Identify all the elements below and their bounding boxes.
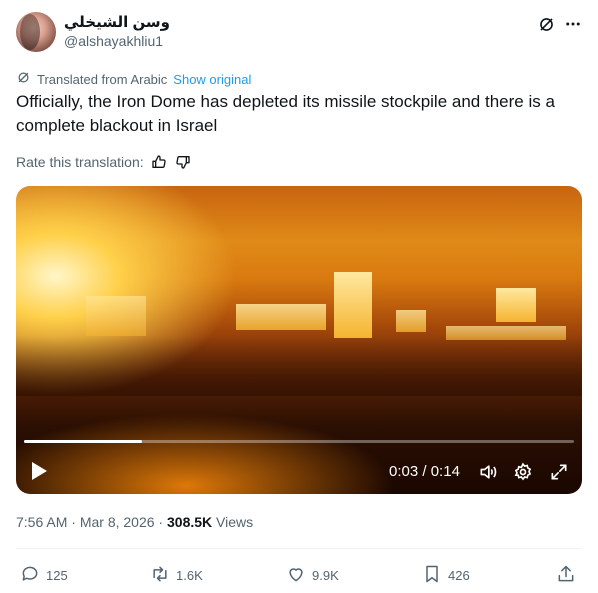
video-progress-fill: [24, 440, 142, 443]
divider: [16, 548, 582, 549]
like-count: 9.9K: [312, 567, 339, 583]
bookmark-count: 426: [448, 567, 470, 583]
share-icon: [556, 564, 576, 587]
like-button[interactable]: 9.9K: [286, 562, 339, 588]
display-name[interactable]: وسن الشيخلي: [64, 13, 170, 31]
tweet-meta: 7:56 AM · Mar 8, 2026 · 308.5K Views: [16, 514, 254, 530]
handle[interactable]: @alshayakhliu1: [64, 33, 163, 49]
tweet-text: Officially, the Iron Dome has depleted i…: [16, 92, 555, 135]
views-count: 308.5K: [167, 514, 213, 530]
fullscreen-icon[interactable]: [549, 462, 569, 482]
reply-count: 125: [46, 567, 68, 583]
reply-icon: [20, 564, 40, 587]
share-button[interactable]: [556, 562, 576, 588]
reply-button[interactable]: 125: [20, 562, 68, 588]
video-time: 0:03 / 0:14: [389, 463, 460, 480]
current-time: 0:03: [389, 463, 419, 480]
repost-icon: [150, 564, 170, 587]
more-options-icon[interactable]: [563, 14, 583, 34]
translate-icon: [16, 70, 31, 88]
grok-icon[interactable]: [536, 14, 556, 34]
video-player[interactable]: 0:03 / 0:14: [16, 186, 582, 494]
thumbs-up-icon[interactable]: [150, 153, 168, 171]
action-bar: 125 1.6K 9.9K 426: [16, 562, 582, 588]
play-icon[interactable]: [30, 461, 48, 481]
bookmark-icon: [422, 564, 442, 587]
tweet-time[interactable]: 7:56 AM: [16, 514, 67, 530]
views-label: Views: [212, 514, 254, 530]
rate-translation: Rate this translation:: [16, 153, 192, 171]
volume-icon[interactable]: [478, 462, 498, 482]
repost-button[interactable]: 1.6K: [150, 562, 203, 588]
video-progress-bar[interactable]: [24, 440, 574, 443]
repost-count: 1.6K: [176, 567, 203, 583]
rate-translation-label: Rate this translation:: [16, 154, 144, 170]
bookmark-button[interactable]: 426: [422, 562, 470, 588]
translation-notice: Translated from Arabic Show original: [16, 70, 251, 88]
translated-from-label: Translated from Arabic: [37, 71, 168, 87]
tweet-date[interactable]: Mar 8, 2026: [80, 514, 155, 530]
duration: 0:14: [430, 463, 460, 480]
thumbs-down-icon[interactable]: [174, 153, 192, 171]
heart-icon: [286, 564, 306, 587]
settings-gear-icon[interactable]: [513, 462, 533, 482]
avatar[interactable]: [16, 12, 56, 52]
show-original-link[interactable]: Show original: [173, 72, 251, 87]
